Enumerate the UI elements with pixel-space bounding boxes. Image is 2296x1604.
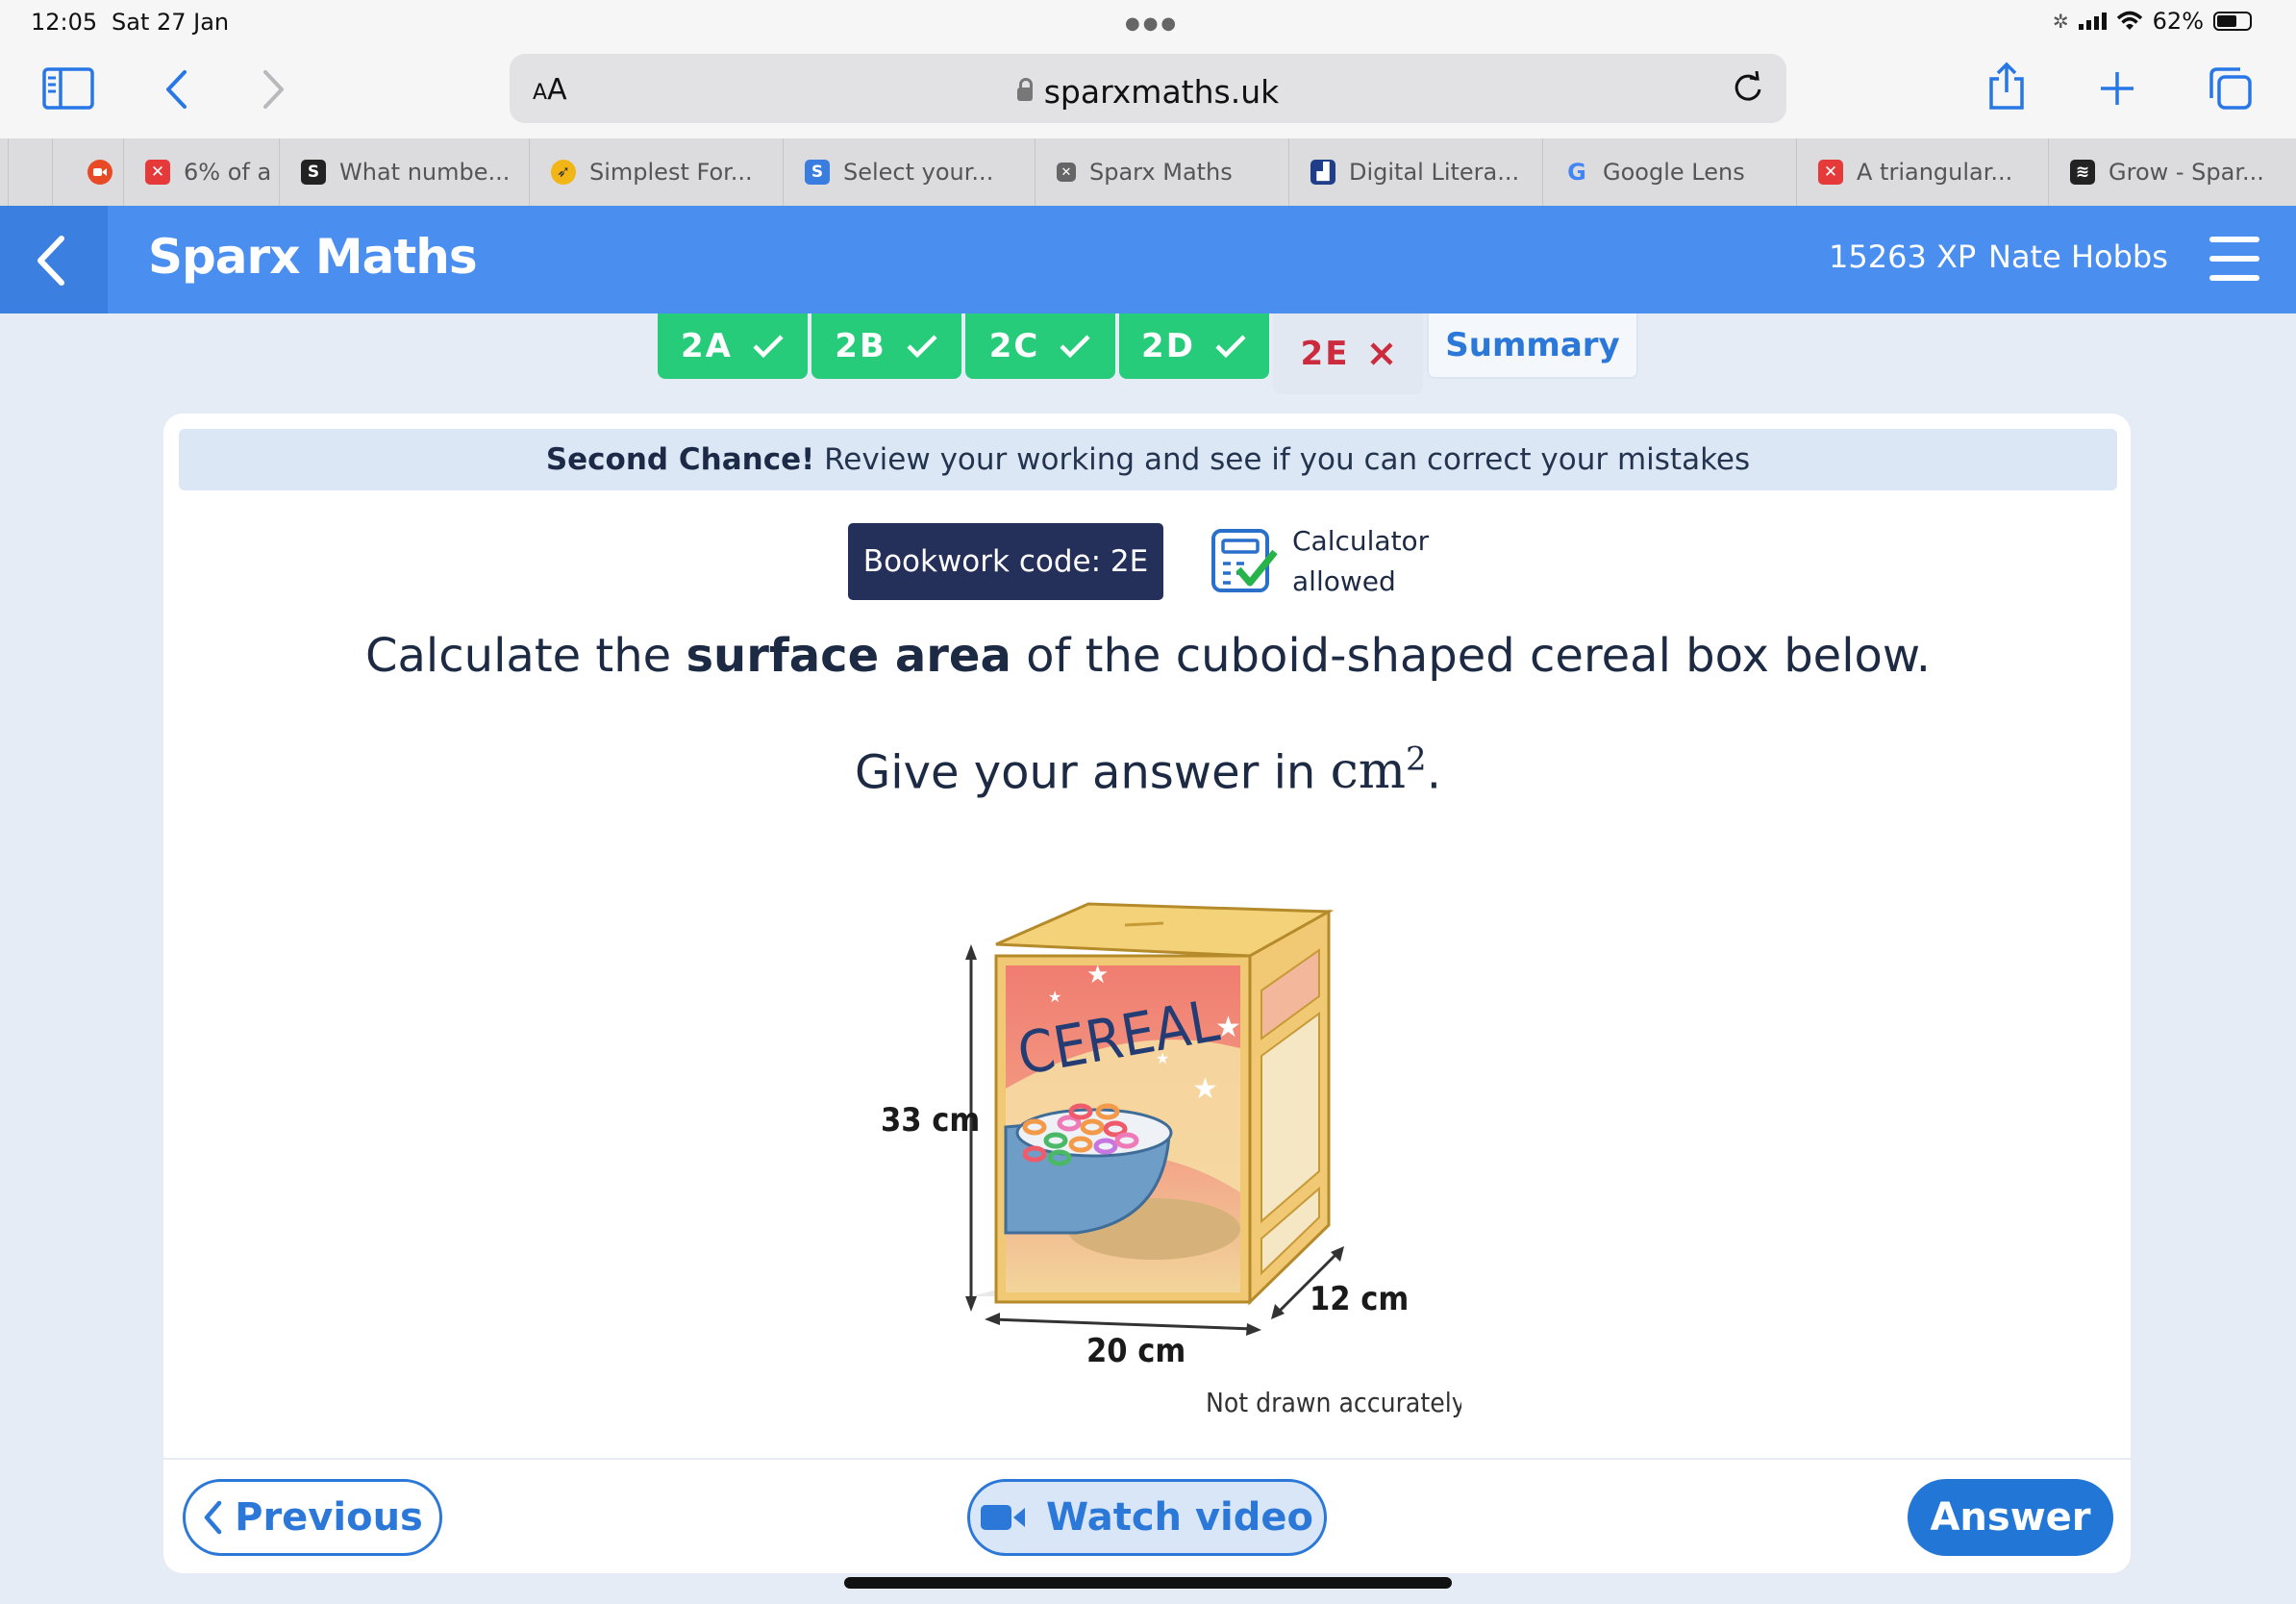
share-icon[interactable] — [1986, 62, 2027, 112]
answer-unit-instruction: Give your answer in cm2. — [855, 740, 1441, 801]
task-tab-summary[interactable]: Summary — [1427, 313, 1638, 379]
browser-tab-3[interactable]: ➶ Simplest For... — [529, 138, 783, 206]
browser-toolbar: AA sparxmaths.uk — [0, 46, 2296, 138]
previous-button[interactable]: Previous — [183, 1479, 442, 1556]
watch-video-button[interactable]: Watch video — [967, 1479, 1327, 1556]
checkmark-icon — [1060, 335, 1090, 359]
height-label: 33 cm — [881, 1101, 980, 1140]
browser-tab-7[interactable]: G Google Lens — [1542, 138, 1796, 206]
tab-overview-icon[interactable] — [2208, 65, 2254, 112]
app-header: Sparx Maths 15263 XP Nate Hobbs — [0, 206, 2296, 313]
task-tab-2e[interactable]: 2E — [1273, 313, 1423, 394]
lock-icon — [1016, 78, 1033, 101]
browser-tab-6[interactable]: ▟ Digital Litera... — [1288, 138, 1542, 206]
checkmark-icon — [907, 335, 937, 359]
brightness-icon: ✲ — [2052, 10, 2069, 33]
tab-7-favicon: G — [1567, 159, 1586, 186]
browser-tab-8[interactable]: ✕ A triangular... — [1796, 138, 2048, 206]
browser-tab-strip: ✕ 6% of a S What numbe... ➶ Simplest For...… — [0, 138, 2296, 207]
width-label: 20 cm — [1086, 1332, 1185, 1370]
battery-percent: 62% — [2152, 8, 2204, 35]
second-chance-banner: Second Chance! Review your working and s… — [179, 429, 2117, 490]
browser-tab-9[interactable]: ≋ Grow - Spar... — [2048, 138, 2296, 206]
reload-icon[interactable] — [1731, 71, 1765, 106]
tab-8-favicon: ✕ — [1818, 160, 1843, 185]
task-tab-2d[interactable]: 2D — [1119, 313, 1269, 379]
address-bar[interactable]: AA sparxmaths.uk — [510, 54, 1786, 123]
task-tab-2c[interactable]: 2C — [965, 313, 1115, 379]
home-indicator[interactable] — [844, 1577, 1452, 1589]
wifi-icon — [2116, 11, 2142, 30]
url-text: sparxmaths.uk — [1043, 73, 1280, 111]
multitask-dots-icon[interactable]: ●●● — [1125, 13, 1179, 34]
signal-icon — [2078, 13, 2107, 30]
video-camera-icon — [981, 1505, 1026, 1530]
checkmark-icon — [753, 335, 784, 359]
status-bar: 12:05 Sat 27 Jan ●●● ✲ 62% — [0, 0, 2296, 46]
bookwork-code: Bookwork code: 2E — [848, 523, 1163, 600]
task-tab-2a[interactable]: 2A — [658, 313, 808, 379]
calculator-icon — [1211, 529, 1278, 592]
app-title: Sparx Maths — [148, 229, 478, 285]
question-text: Calculate the surface area of the cuboid… — [364, 629, 1932, 683]
browser-tab-2[interactable]: S What numbe... — [279, 138, 529, 206]
back-button[interactable] — [0, 206, 108, 313]
status-date: Sat 27 Jan — [112, 9, 230, 36]
browser-tab-1[interactable]: ✕ 6% of a — [123, 138, 279, 206]
task-tab-2b[interactable]: 2B — [811, 313, 961, 379]
tab-2-favicon: S — [301, 160, 326, 185]
forward-arrow-icon[interactable] — [262, 69, 287, 110]
tab-9-favicon: ≋ — [2070, 160, 2095, 185]
svg-text:★: ★ — [1048, 988, 1061, 1006]
xp-counter: 15263 XP — [1829, 238, 1977, 275]
checkmark-icon — [1215, 335, 1246, 359]
answer-button[interactable]: Answer — [1908, 1479, 2113, 1556]
chevron-left-icon — [204, 1500, 222, 1535]
svg-text:★: ★ — [1086, 961, 1109, 990]
svg-text:★: ★ — [1156, 1049, 1169, 1067]
cross-icon — [1370, 342, 1394, 365]
battery-icon — [2213, 12, 2252, 31]
tab-6-favicon: ▟ — [1310, 160, 1335, 185]
user-name[interactable]: Nate Hobbs — [1988, 238, 2168, 275]
back-arrow-icon[interactable] — [163, 69, 188, 110]
cereal-box-figure: CEREAL ★ ★ ★ ★ ★ 33 cm 20 cm 12 cm Not d… — [881, 902, 1461, 1418]
tab-scroll-edge — [8, 138, 52, 206]
record-icon — [87, 160, 112, 185]
status-time: 12:05 — [31, 9, 98, 36]
card-divider — [163, 1458, 2131, 1460]
calculator-status-line-1: Calculator — [1292, 525, 1430, 557]
tab-5-favicon[interactable]: ✕ — [1057, 163, 1076, 182]
svg-text:★: ★ — [1192, 1072, 1218, 1106]
tab-3-favicon: ➶ — [551, 160, 576, 185]
chevron-left-icon — [37, 236, 64, 286]
svg-text:★: ★ — [1215, 1011, 1241, 1044]
width-dimension-line — [991, 1317, 1255, 1331]
browser-tab-4[interactable]: S Select your... — [783, 138, 1035, 206]
depth-label: 12 cm — [1310, 1280, 1409, 1318]
tab-4-favicon: S — [805, 160, 830, 185]
sidebar-icon[interactable] — [42, 67, 94, 110]
tab-1-favicon: ✕ — [145, 160, 170, 185]
new-tab-plus-icon[interactable] — [2098, 69, 2136, 108]
not-to-scale-note: Not drawn accurately — [1206, 1387, 1461, 1418]
browser-tab-5[interactable]: ✕ Sparx Maths — [1035, 138, 1288, 206]
hamburger-menu-icon[interactable] — [2209, 237, 2259, 281]
status-indicators: ✲ 62% — [2053, 8, 2252, 35]
calculator-status-line-2: allowed — [1292, 565, 1396, 597]
